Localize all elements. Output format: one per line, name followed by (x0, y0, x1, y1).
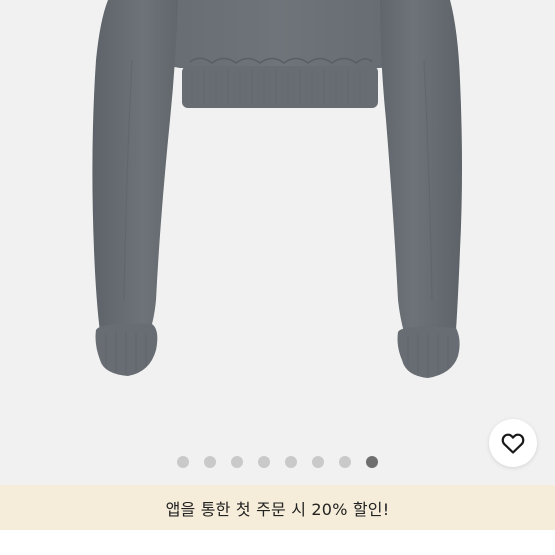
carousel-dot-6[interactable] (312, 456, 324, 468)
carousel-dot-4[interactable] (258, 456, 270, 468)
garment-right-sleeve (380, 0, 462, 332)
carousel-dot-2[interactable] (204, 456, 216, 468)
app-promo-banner[interactable]: 앱을 통한 첫 주문 시 20% 할인! (0, 485, 555, 530)
promo-banner-text: 앱을 통한 첫 주문 시 20% 할인! (165, 499, 390, 519)
carousel-dot-3[interactable] (231, 456, 243, 468)
heart-outline-icon (501, 433, 525, 454)
sweatshirt-illustration (92, 0, 462, 378)
garment-right-cuff (397, 326, 460, 378)
carousel-dot-5[interactable] (285, 456, 297, 468)
bottom-spacer (0, 530, 555, 555)
product-image[interactable] (0, 0, 555, 485)
product-detail-screen: 앱을 통한 첫 주문 시 20% 할인! (0, 0, 555, 555)
carousel-dot-8-active[interactable] (366, 456, 378, 468)
garment-left-sleeve (92, 0, 178, 332)
garment-hem-band (182, 66, 378, 108)
carousel-indicator (0, 455, 555, 469)
carousel-dot-7[interactable] (339, 456, 351, 468)
carousel-dot-1[interactable] (177, 456, 189, 468)
